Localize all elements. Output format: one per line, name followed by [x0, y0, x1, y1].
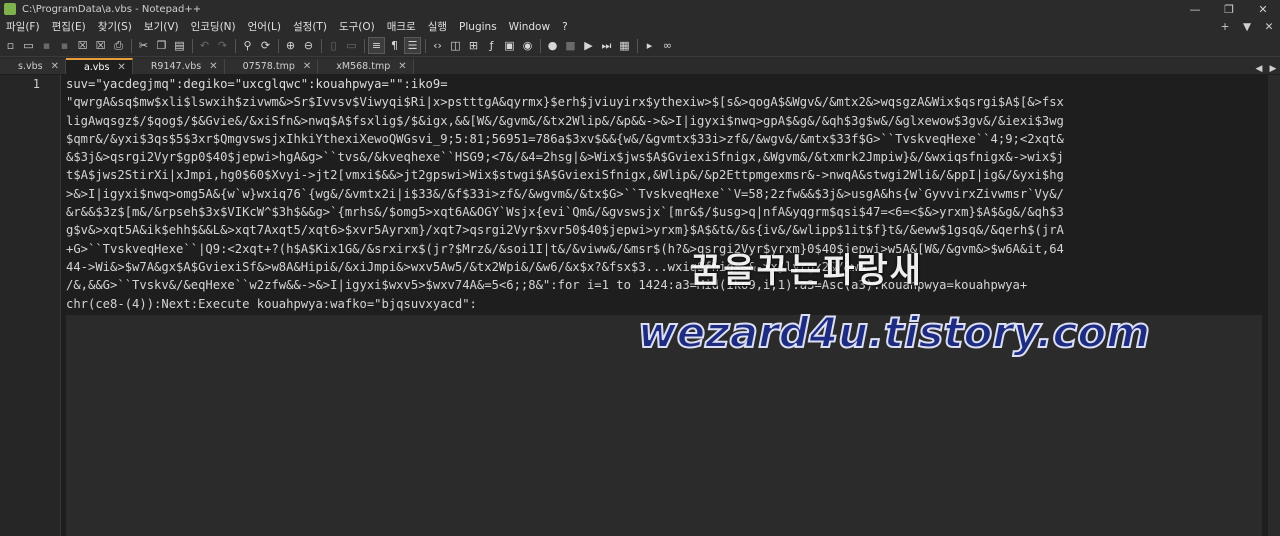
func-list-icon[interactable]: ⊞ [465, 37, 482, 54]
zoom-in-icon[interactable]: ⊕ [282, 37, 299, 54]
code-line: +G>``TvskveqHexe``|Q9:<2xqt+?(h$A$Kix1G&… [66, 241, 1064, 256]
find-icon[interactable]: ⚲ [239, 37, 256, 54]
play-icon[interactable]: ▶ [580, 37, 597, 54]
save-icon[interactable]: ▪ [38, 37, 55, 54]
menu-settings[interactable]: 설정(T) [287, 19, 333, 34]
sync-v-icon[interactable]: ▯ [325, 37, 342, 54]
code-line: chr(ce8-(4)):Next:Execute kouahpwya:wafk… [66, 296, 477, 311]
restore-button[interactable]: ❐ [1212, 3, 1246, 16]
doc-map-icon[interactable]: ◫ [447, 37, 464, 54]
menu-language[interactable]: 언어(L) [242, 19, 287, 34]
minimize-button[interactable]: — [1178, 3, 1212, 16]
stop-icon[interactable]: ■ [562, 37, 579, 54]
undo-icon[interactable]: ↶ [196, 37, 213, 54]
record-icon[interactable]: ● [544, 37, 561, 54]
replace-icon[interactable]: ⟳ [257, 37, 274, 54]
editor-area[interactable]: 1 suv="yacdegjmq":degiko="uxcglqwc":koua… [0, 75, 1280, 536]
tab-scroll-left-icon[interactable]: ◀ [1252, 64, 1266, 74]
tab-label: R9147.vbs [150, 61, 202, 72]
all-chars-icon[interactable]: ¶ [386, 37, 403, 54]
code-text[interactable]: suv="yacdegjmq":degiko="uxcglqwc":kouahp… [66, 75, 1262, 315]
zoom-out-icon[interactable]: ⊖ [300, 37, 317, 54]
tab-close-icon[interactable]: ✕ [209, 61, 217, 72]
code-line: 44->Wi&>$w7A&gx$A$GviexiSf&>w8A&Hipi&/&x… [66, 259, 866, 274]
close-doc-button[interactable]: ✕ [1258, 21, 1280, 33]
tab-close-icon[interactable]: ✕ [117, 62, 125, 73]
tab-close-icon[interactable]: ✕ [398, 61, 406, 72]
close-icon[interactable]: ☒ [74, 37, 91, 54]
menu-tools[interactable]: 도구(O) [333, 19, 381, 34]
menu-help[interactable]: ? [556, 21, 574, 33]
cut-icon[interactable]: ✂ [135, 37, 152, 54]
menu-window[interactable]: Window [503, 21, 556, 33]
open-icon[interactable]: ▭ [20, 37, 37, 54]
menu-edit[interactable]: 편집(E) [46, 19, 92, 34]
copy-icon[interactable]: ❐ [153, 37, 170, 54]
code-line: suv="yacdegjmq":degiko="uxcglqwc":kouahp… [66, 77, 448, 91]
toolbar: ▫ ▭ ▪ ▪ ☒ ☒ ⎙ ✂ ❐ ▤ ↶ ↷ ⚲ ⟳ ⊕ ⊖ ▯ ▭ ≡ ¶ … [0, 35, 1280, 56]
play-multi-icon[interactable]: ⏭ [598, 37, 615, 54]
tab-label: xM568.tmp [336, 61, 391, 72]
tab-close-icon[interactable]: ✕ [303, 61, 311, 72]
tab-s-vbs[interactable]: s.vbs ✕ [0, 59, 66, 74]
wrap-icon[interactable]: ≡ [368, 37, 385, 54]
menu-search[interactable]: 찾기(S) [92, 19, 138, 34]
tab-label: 07578.tmp [242, 61, 295, 72]
code-line: ligAwqsgz$/$qog$/$&Gvie&/&xiSfn&>nwq$A$f… [66, 113, 1064, 128]
new-icon[interactable]: ▫ [2, 37, 19, 54]
redo-icon[interactable]: ↷ [214, 37, 231, 54]
code-line: /&,&&G>``Tvskv&/&eqHexe``w2zfw&&->&>I|ig… [66, 278, 1028, 293]
print-icon[interactable]: ⎙ [110, 37, 127, 54]
link-icon[interactable]: ∞ [659, 37, 676, 54]
tab-label: a.vbs [83, 61, 110, 73]
close-window-button[interactable]: ✕ [1246, 3, 1280, 16]
vertical-scrollbar[interactable] [1268, 75, 1280, 536]
code-line: &$3j&>qsrgi2Vyr$gp0$40$jepwi>hgA&g>``tvs… [66, 150, 1064, 165]
title-bar: C:\ProgramData\a.vbs - Notepad++ — ❐ ✕ [0, 0, 1280, 18]
tab-r9147-vbs[interactable]: R9147.vbs ✕ [132, 59, 225, 74]
window-title: C:\ProgramData\a.vbs - Notepad++ [22, 3, 202, 15]
monitor-icon[interactable]: ▣ [501, 37, 518, 54]
code-line: >&>I|igyxi$nwq>omg5A&{w`w}wxiq76`{wg&/&v… [66, 186, 1064, 201]
code-line: $qmr&/&yxi$3qs$5$3xr$QmgvswsjxIhkiYthexi… [66, 131, 1064, 146]
menu-run[interactable]: 실행 [422, 19, 453, 34]
tab-07578-tmp[interactable]: 07578.tmp ✕ [224, 59, 319, 74]
tab-label: s.vbs [18, 61, 43, 72]
tab-close-icon[interactable]: ✕ [51, 61, 59, 72]
sync-h-icon[interactable]: ▭ [343, 37, 360, 54]
list-dropdown-button[interactable]: ▼ [1236, 21, 1258, 33]
code-line: "qwrgA&sq$mw$xli$lswxih$zivwm&>Sr$Ivvsv$… [66, 95, 1064, 110]
tab-a-vbs[interactable]: a.vbs ✕ [65, 58, 133, 74]
eye-icon[interactable]: ◉ [519, 37, 536, 54]
menu-view[interactable]: 보기(V) [138, 19, 185, 34]
save-all-icon[interactable]: ▪ [56, 37, 73, 54]
menu-macro[interactable]: 매크로 [381, 19, 422, 34]
code-line: t$A$jws2StirXi|xJmpi,hg0$60$Xvyi->jt2[vm… [66, 168, 1064, 183]
code-line: g$v&>xqt5A&ik$ehh$&&L&>xqt7Axqt5/xqt6>$x… [66, 223, 1064, 238]
save-macro-icon[interactable]: ▦ [616, 37, 633, 54]
udl-icon[interactable]: ‹› [429, 37, 446, 54]
tab-xm568-tmp[interactable]: xM568.tmp ✕ [318, 59, 414, 74]
menu-plugins[interactable]: Plugins [453, 21, 503, 33]
paste-icon[interactable]: ▤ [171, 37, 188, 54]
menu-encoding[interactable]: 인코딩(N) [185, 19, 242, 34]
tab-scroll-right-icon[interactable]: ▶ [1266, 64, 1280, 74]
close-all-icon[interactable]: ☒ [92, 37, 109, 54]
tab-bar: s.vbs ✕ a.vbs ✕ R9147.vbs ✕ 07578.tmp ✕ … [0, 56, 1280, 74]
add-button[interactable]: + [1214, 21, 1236, 33]
folder-ws-icon[interactable]: ƒ [483, 37, 500, 54]
line-number-gutter: 1 [0, 75, 61, 536]
menu-file[interactable]: 파일(F) [0, 19, 46, 34]
menu-bar: 파일(F) 편집(E) 찾기(S) 보기(V) 인코딩(N) 언어(L) 설정(… [0, 18, 1280, 35]
console-icon[interactable]: ▸ [641, 37, 658, 54]
editor-empty-area[interactable] [66, 315, 1262, 536]
line-number: 1 [32, 77, 40, 91]
code-line: &r&&$3z$[m&/&rpseh$3x$VIKcW^$3h$&&g>`{mr… [66, 205, 1064, 220]
indent-guide-icon[interactable]: ☰ [404, 37, 421, 54]
notepadpp-icon [4, 3, 16, 15]
